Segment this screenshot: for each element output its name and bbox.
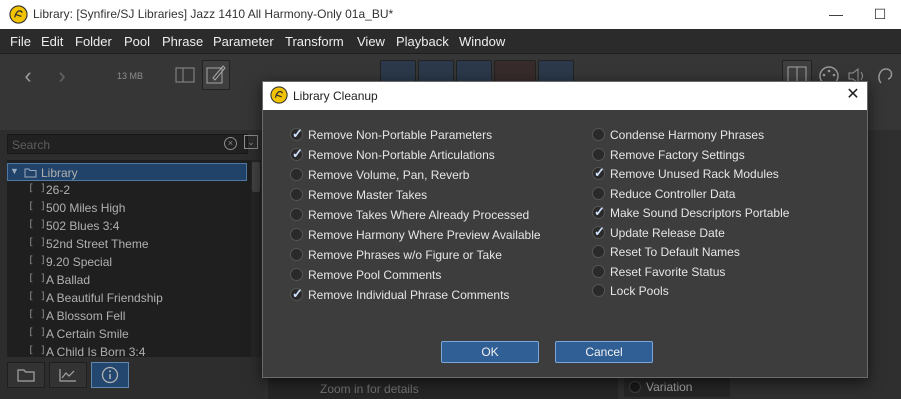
option-label: Remove Individual Phrase Comments [308,288,510,302]
option-label: Reduce Controller Data [610,187,736,201]
option-label: Remove Unused Rack Modules [610,167,779,181]
option-label: Remove Master Takes [308,188,428,202]
menu-phrase[interactable]: Phrase [162,34,203,49]
checkbox[interactable] [592,187,605,200]
checkbox[interactable] [290,188,303,201]
maximize-button[interactable]: ☐ [870,4,890,24]
option-label: Remove Factory Settings [610,148,745,162]
checkmark-icon: ✓ [292,126,303,141]
checkbox[interactable]: ✓ [592,204,605,219]
option-label: Lock Pools [610,284,669,298]
ok-button[interactable]: OK [441,341,539,363]
checkmark-icon: ✓ [292,146,303,161]
dialog-title-bar: Library Cleanup ✕ [263,82,867,110]
checkbox[interactable] [290,248,303,261]
synfire-logo-icon [9,5,28,24]
option-label: Update Release Date [610,226,725,240]
library-cleanup-dialog: Library Cleanup ✕ ✓ Remove Non-Portable P… [262,81,868,378]
option-label: Remove Phrases w/o Figure or Take [308,248,502,262]
window-title-bar: Library: [Synfire/SJ Libraries] Jazz 141… [0,0,901,29]
checkbox[interactable] [592,265,605,278]
option-label: Remove Non-Portable Articulations [308,148,495,162]
cancel-button[interactable]: Cancel [555,341,653,363]
menu-pool[interactable]: Pool [124,34,150,49]
menu-bar: File Edit Folder Pool Phrase Parameter T… [0,29,901,54]
option-label: Make Sound Descriptors Portable [610,206,790,220]
option-label: Remove Non-Portable Parameters [308,128,493,142]
menu-view[interactable]: View [357,34,385,49]
synfire-logo-icon [270,86,288,104]
menu-edit[interactable]: Edit [41,34,63,49]
dialog-title: Library Cleanup [293,89,378,103]
option-label: Reset Favorite Status [610,265,726,279]
option-label: Remove Harmony Where Preview Available [308,228,541,242]
checkbox[interactable] [290,168,303,181]
checkmark-icon: ✓ [594,165,605,180]
option-label: Remove Pool Comments [308,268,442,282]
option-label: Remove Volume, Pan, Reverb [308,168,470,182]
checkbox[interactable]: ✓ [592,165,605,180]
checkbox[interactable] [592,245,605,258]
menu-parameter[interactable]: Parameter [213,34,274,49]
checkmark-icon: ✓ [594,224,605,239]
checkbox[interactable] [592,148,605,161]
checkbox[interactable] [290,228,303,241]
checkbox[interactable] [290,268,303,281]
checkbox[interactable] [290,208,303,221]
menu-transform[interactable]: Transform [285,34,344,49]
close-icon[interactable]: ✕ [843,85,863,105]
menu-folder[interactable]: Folder [75,34,112,49]
checkmark-icon: ✓ [292,286,303,301]
menu-file[interactable]: File [10,34,31,49]
window-title: Library: [Synfire/SJ Libraries] Jazz 141… [33,7,394,21]
option-label: Remove Takes Where Already Processed [308,208,530,222]
minimize-button[interactable]: — [826,4,846,24]
checkmark-icon: ✓ [594,204,605,219]
checkbox[interactable]: ✓ [290,146,303,161]
menu-window[interactable]: Window [459,34,505,49]
option-label: Reset To Default Names [610,245,740,259]
checkbox[interactable] [592,128,605,141]
checkbox[interactable]: ✓ [592,224,605,239]
option-label: Condense Harmony Phrases [610,128,765,142]
checkbox[interactable] [592,284,605,297]
menu-playback[interactable]: Playback [396,34,449,49]
checkbox[interactable]: ✓ [290,286,303,301]
checkbox[interactable]: ✓ [290,126,303,141]
